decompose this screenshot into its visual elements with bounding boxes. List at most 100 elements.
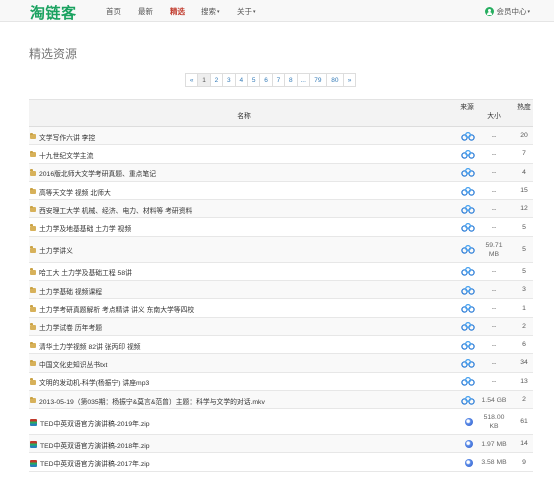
pagination-page[interactable]: 1 [197,73,211,87]
resource-table: 名称 来源 大小 热度 文学写作六讲 李控 -- 20 十九世纪文学主流 -- 7 2016… [29,99,533,472]
baidu-cloud-icon [461,395,475,405]
size-cell: -- [491,378,497,386]
pagination-page[interactable]: 6 [259,73,273,87]
resource-name-cell[interactable]: 西安理工大学 机械、经济、电力、材料等 考研资料 [30,205,192,215]
resource-name-link[interactable]: 土力学考研真题解析 考点精讲 讲义 东南大学等四校 [39,304,194,314]
table-row[interactable]: 十九世纪文学主流 -- 7 [29,145,533,164]
table-row[interactable]: 2013-05-19（第035期：杨振宁&莫言&范曾）主题：科学与文学的对话.m… [29,390,533,410]
pagination-page[interactable]: 2 [209,73,224,87]
resource-name-link[interactable]: TED中英双语官方演讲稿-2017年.zip [40,458,150,468]
resource-name-cell[interactable]: 土力学试卷 历年考题 [30,322,102,332]
table-row[interactable]: 西安理工大学 机械、经济、电力、材料等 考研资料 -- 12 [29,200,533,219]
resource-name-cell[interactable]: 文明的发动机-科学(杨振宁) 讲座mp3 [30,377,149,387]
heat-cell: 7 [522,150,526,158]
pagination-page[interactable]: 7 [271,73,286,87]
resource-name-cell[interactable]: 土力学考研真题解析 考点精讲 讲义 东南大学等四校 [30,304,194,314]
table-row[interactable]: 哈工大 土力学及基础工程 58讲 -- 5 [29,263,533,282]
resource-name-link[interactable]: TED中英双语官方演讲稿-2018年.zip [40,440,150,450]
resource-name-link[interactable]: 清华土力学视频 82讲 张丙印 视频 [39,341,141,351]
resource-name-link[interactable]: 中国文化史知识丛书txt [39,359,107,369]
table-row[interactable]: 土力学讲义 59.71 MB 5 [29,236,533,263]
nav-item-about[interactable]: 关于▾ [237,6,256,17]
pagination-page[interactable]: 3 [222,73,236,87]
e-link-icon [465,458,473,467]
table-row[interactable]: 土力学考研真题解析 考点精讲 讲义 东南大学等四校 -- 1 [29,299,533,318]
baidu-cloud-icon [461,131,475,141]
resource-name-link[interactable]: 高等天文学 视频 北师大 [39,187,111,197]
resource-name-link[interactable]: 西安理工大学 机械、经济、电力、材料等 考研资料 [39,205,192,215]
table-row[interactable]: 中国文化史知识丛书txt -- 34 [29,354,533,373]
table-row[interactable]: 2016版北师大文学考研真题、重点笔记 -- 4 [29,163,533,182]
pagination-page[interactable]: 8 [284,73,298,87]
pagination-page[interactable]: 80 [325,73,344,87]
baidu-cloud-icon [461,377,475,386]
resource-name-link[interactable]: 土力学试卷 历年考题 [39,322,102,332]
column-header-name: 名称 [237,113,251,120]
size-cell: -- [491,187,497,195]
resource-name-cell[interactable]: 文学写作六讲 李控 [30,132,95,142]
resource-name-cell[interactable]: 土力学讲义 [30,245,73,255]
resource-name-cell[interactable]: TED中英双语官方演讲稿-2017年.zip [30,458,150,468]
resource-name-cell[interactable]: 高等天文学 视频 北师大 [30,187,111,197]
baidu-cloud-icon [461,168,475,177]
resource-name-cell[interactable]: 十九世纪文学主流 [30,150,93,160]
resource-name-cell[interactable]: TED中英双语官方演讲稿-2018年.zip [30,440,150,450]
resource-name-link[interactable]: 文学写作六讲 李控 [39,132,95,142]
heat-cell: 9 [522,458,526,466]
pagination-page[interactable]: 79 [308,73,327,87]
resource-name-link[interactable]: 2016版北师大文学考研真题、重点笔记 [39,168,156,178]
table-row[interactable]: TED中英双语官方演讲稿-2017年.zip 3.58 MB 9 [29,453,533,472]
table-row[interactable]: 土力学试卷 历年考题 -- 2 [29,317,533,336]
resource-name-cell[interactable]: TED中英双语官方演讲稿-2019年.zip [30,418,150,428]
resource-name-cell[interactable]: 2016版北师大文学考研真题、重点笔记 [30,168,156,178]
resource-name-link[interactable]: 土力学基础 视频课程 [39,286,102,296]
member-center-menu[interactable]: 会员中心 ▾ [485,6,530,17]
nav-item-home[interactable]: 首页 [106,6,121,17]
column-header-heat: 热度 [517,104,531,111]
resource-name-link[interactable]: TED中英双语官方演讲稿-2019年.zip [40,418,150,428]
heat-cell: 4 [522,168,526,176]
size-cell: -- [491,169,497,177]
baidu-cloud-icon [461,358,475,368]
resource-name-cell[interactable]: 土力学及地基基础 土力学 视频 [30,223,131,233]
resource-name-cell[interactable]: 土力学基础 视频课程 [30,286,102,296]
resource-name-cell[interactable]: 2013-05-19（第035期：杨振宁&莫言&范曾）主题：科学与文学的对话.m… [30,396,265,406]
table-row[interactable]: 土力学及地基基础 土力学 视频 -- 5 [29,218,533,237]
resource-name-link[interactable]: 十九世纪文学主流 [39,150,93,160]
heat-cell: 15 [520,187,528,195]
table-row[interactable]: 文学写作六讲 李控 -- 20 [29,127,533,146]
heat-cell: 5 [522,267,526,275]
nav-item-latest[interactable]: 最新 [138,6,153,17]
nav-item-featured[interactable]: 精选 [170,6,185,17]
table-row[interactable]: 高等天文学 视频 北师大 -- 15 [29,182,533,201]
resource-name-link[interactable]: 2013-05-19（第035期：杨振宁&莫言&范曾）主题：科学与文学的对话.m… [39,396,265,406]
site-logo[interactable]: 淘链客 [30,2,77,23]
heat-cell: 1 [522,304,526,312]
folder-icon [30,246,36,253]
table-row[interactable]: 土力学基础 视频课程 -- 3 [29,281,533,300]
pagination-page[interactable]: 5 [246,73,261,87]
table-row[interactable]: TED中英双语官方演讲稿-2019年.zip 518.00 KB 61 [29,409,533,436]
table-row[interactable]: TED中英双语官方演讲稿-2018年.zip 1.97 MB 14 [29,435,533,454]
pagination-next[interactable]: » [342,73,357,87]
folder-icon [30,305,36,312]
resource-name-link[interactable]: 土力学讲义 [39,245,73,255]
resource-name-link[interactable]: 哈工大 土力学及基础工程 58讲 [39,267,132,277]
column-header-size: 大小 [487,113,501,120]
size-cell: -- [491,323,497,331]
resource-name-cell[interactable]: 清华土力学视频 82讲 张丙印 视频 [30,341,141,351]
resource-name-link[interactable]: 文明的发动机-科学(杨振宁) 讲座mp3 [39,377,149,387]
size-cell: -- [491,224,497,232]
folder-icon [30,150,36,158]
resource-name-cell[interactable]: 中国文化史知识丛书txt [30,359,107,369]
table-row[interactable]: 清华土力学视频 82讲 张丙印 视频 -- 6 [29,336,533,355]
table-row[interactable]: 文明的发动机-科学(杨振宁) 讲座mp3 -- 13 [29,373,533,391]
heat-cell: 2 [522,396,526,403]
pagination-page[interactable]: 4 [234,73,248,87]
nav-item-search[interactable]: 搜索▾ [201,6,220,17]
resource-name-cell[interactable]: 哈工大 土力学及基础工程 58讲 [30,267,132,277]
archive-file-icon [30,441,37,449]
pagination-prev[interactable]: « [185,73,199,87]
resource-name-link[interactable]: 土力学及地基基础 土力学 视频 [39,223,131,233]
size-cell: -- [491,305,497,313]
